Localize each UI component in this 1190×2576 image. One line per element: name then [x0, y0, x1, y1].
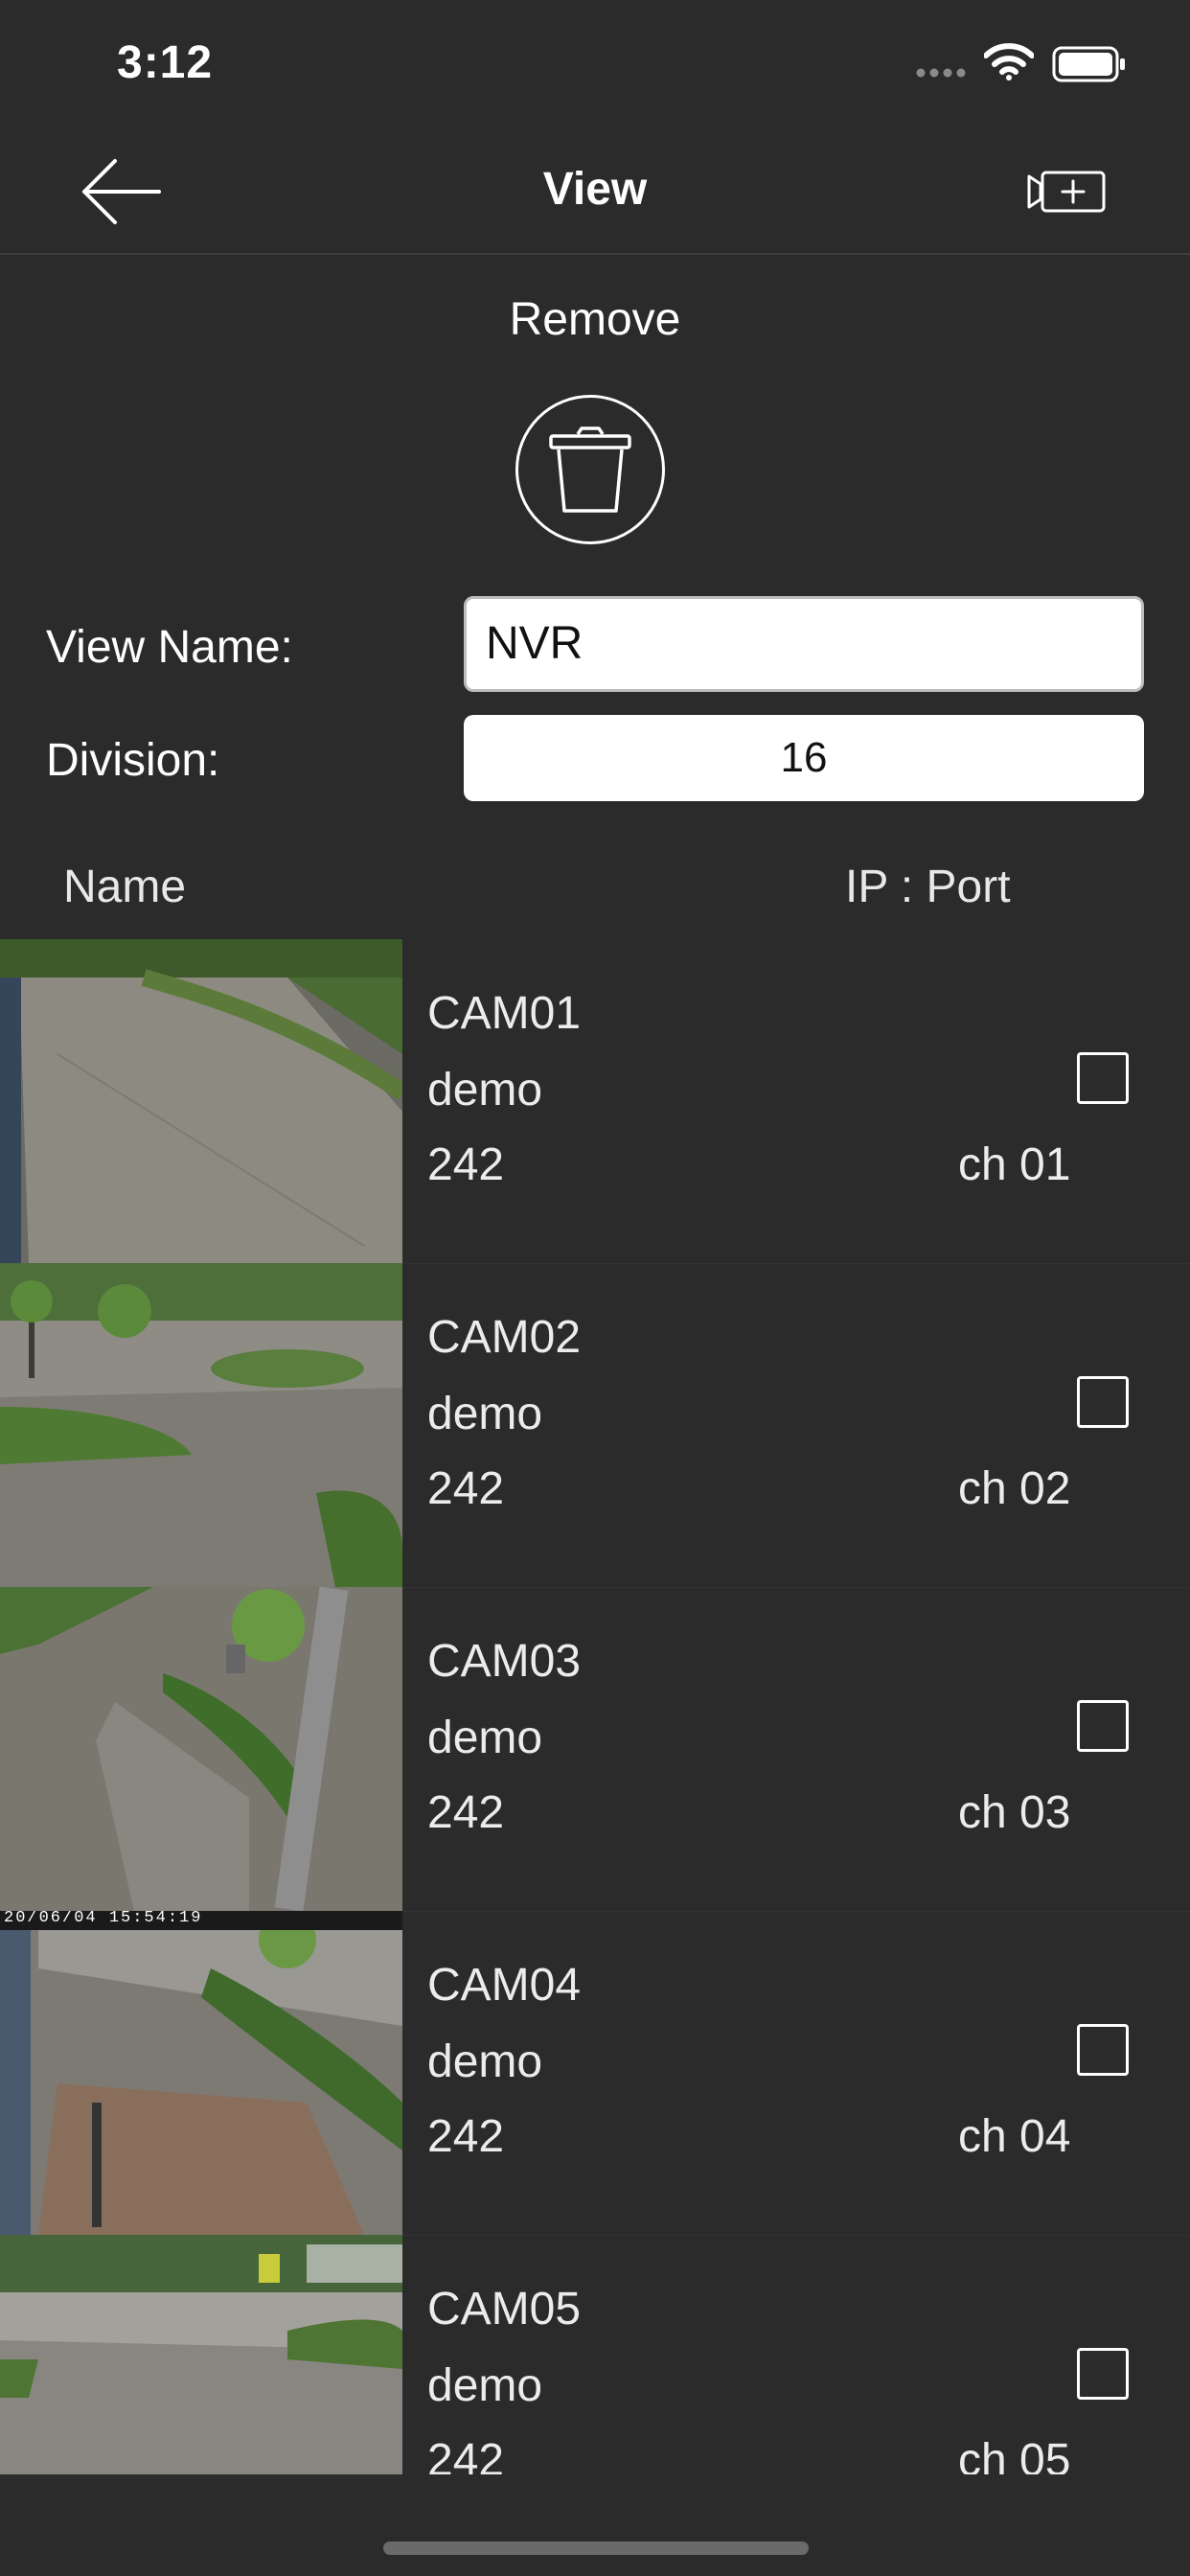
camera-ip: demo	[427, 2360, 543, 2411]
camera-channel: ch 04	[958, 2111, 1071, 2162]
camera-thumbnail	[0, 1587, 402, 1911]
camera-checkbox[interactable]	[1077, 1376, 1129, 1428]
camera-row[interactable]: CAM03 demo 242 ch 03	[0, 1587, 1190, 1912]
camera-thumbnail	[0, 1263, 402, 1587]
camera-add-icon	[1027, 171, 1106, 213]
division-label: Division:	[46, 735, 220, 786]
camera-thumbnail: 20/06/04 15:54:19	[0, 1911, 402, 2235]
remove-button[interactable]	[515, 395, 665, 544]
bottom-safe-area	[0, 2474, 1190, 2576]
view-name-input[interactable]: NVR	[464, 596, 1144, 692]
add-camera-button[interactable]	[1025, 163, 1111, 220]
camera-port: 242	[427, 1139, 505, 1190]
column-header-ip-port: IP : Port	[845, 862, 1011, 912]
camera-ip: demo	[427, 1713, 543, 1763]
camera-row[interactable]: CAM01 demo 242 ch 01	[0, 939, 1190, 1264]
camera-row[interactable]: CAM05 demo 242 ch 05	[0, 2235, 1190, 2474]
cellular-signal-icon	[916, 68, 966, 78]
status-bar: 3:12	[0, 0, 1190, 125]
camera-thumbnail	[0, 2235, 402, 2474]
camera-checkbox[interactable]	[1077, 1700, 1129, 1752]
remove-label: Remove	[509, 294, 681, 345]
column-header-name: Name	[63, 862, 187, 912]
camera-list: CAM01 demo 242 ch 01 CAM02 demo 242 ch 0…	[0, 939, 1190, 2474]
camera-channel: ch 05	[958, 2435, 1071, 2474]
wifi-icon	[984, 43, 1034, 80]
camera-channel: ch 03	[958, 1787, 1071, 1838]
view-name-label: View Name:	[46, 622, 293, 673]
status-time: 3:12	[117, 37, 214, 88]
camera-channel: ch 02	[958, 1463, 1071, 1514]
trash-icon	[549, 426, 631, 513]
camera-name: CAM02	[427, 1312, 582, 1363]
camera-checkbox[interactable]	[1077, 2348, 1129, 2400]
camera-name: CAM04	[427, 1960, 582, 2011]
battery-icon	[1052, 46, 1125, 82]
camera-port: 242	[427, 1787, 505, 1838]
camera-row[interactable]: 20/06/04 15:54:19 CAM04 demo 242 ch 04	[0, 1911, 1190, 2236]
camera-port: 242	[427, 2111, 505, 2162]
page-title: View	[542, 164, 648, 215]
camera-name: CAM01	[427, 988, 582, 1039]
camera-channel: ch 01	[958, 1139, 1071, 1190]
division-select[interactable]: 16	[464, 715, 1144, 801]
camera-port: 242	[427, 2435, 505, 2474]
camera-ip: demo	[427, 1389, 543, 1439]
nav-bar: View	[0, 125, 1190, 255]
camera-row[interactable]: CAM02 demo 242 ch 02	[0, 1263, 1190, 1588]
camera-name: CAM03	[427, 1636, 582, 1687]
camera-checkbox[interactable]	[1077, 1052, 1129, 1104]
camera-name: CAM05	[427, 2284, 582, 2334]
thumbnail-timestamp: 20/06/04 15:54:19	[4, 1911, 203, 1927]
home-indicator[interactable]	[383, 2542, 809, 2555]
camera-thumbnail	[0, 939, 402, 1263]
camera-ip: demo	[427, 1065, 543, 1116]
camera-checkbox[interactable]	[1077, 2024, 1129, 2076]
camera-port: 242	[427, 1463, 505, 1514]
camera-ip: demo	[427, 2036, 543, 2087]
